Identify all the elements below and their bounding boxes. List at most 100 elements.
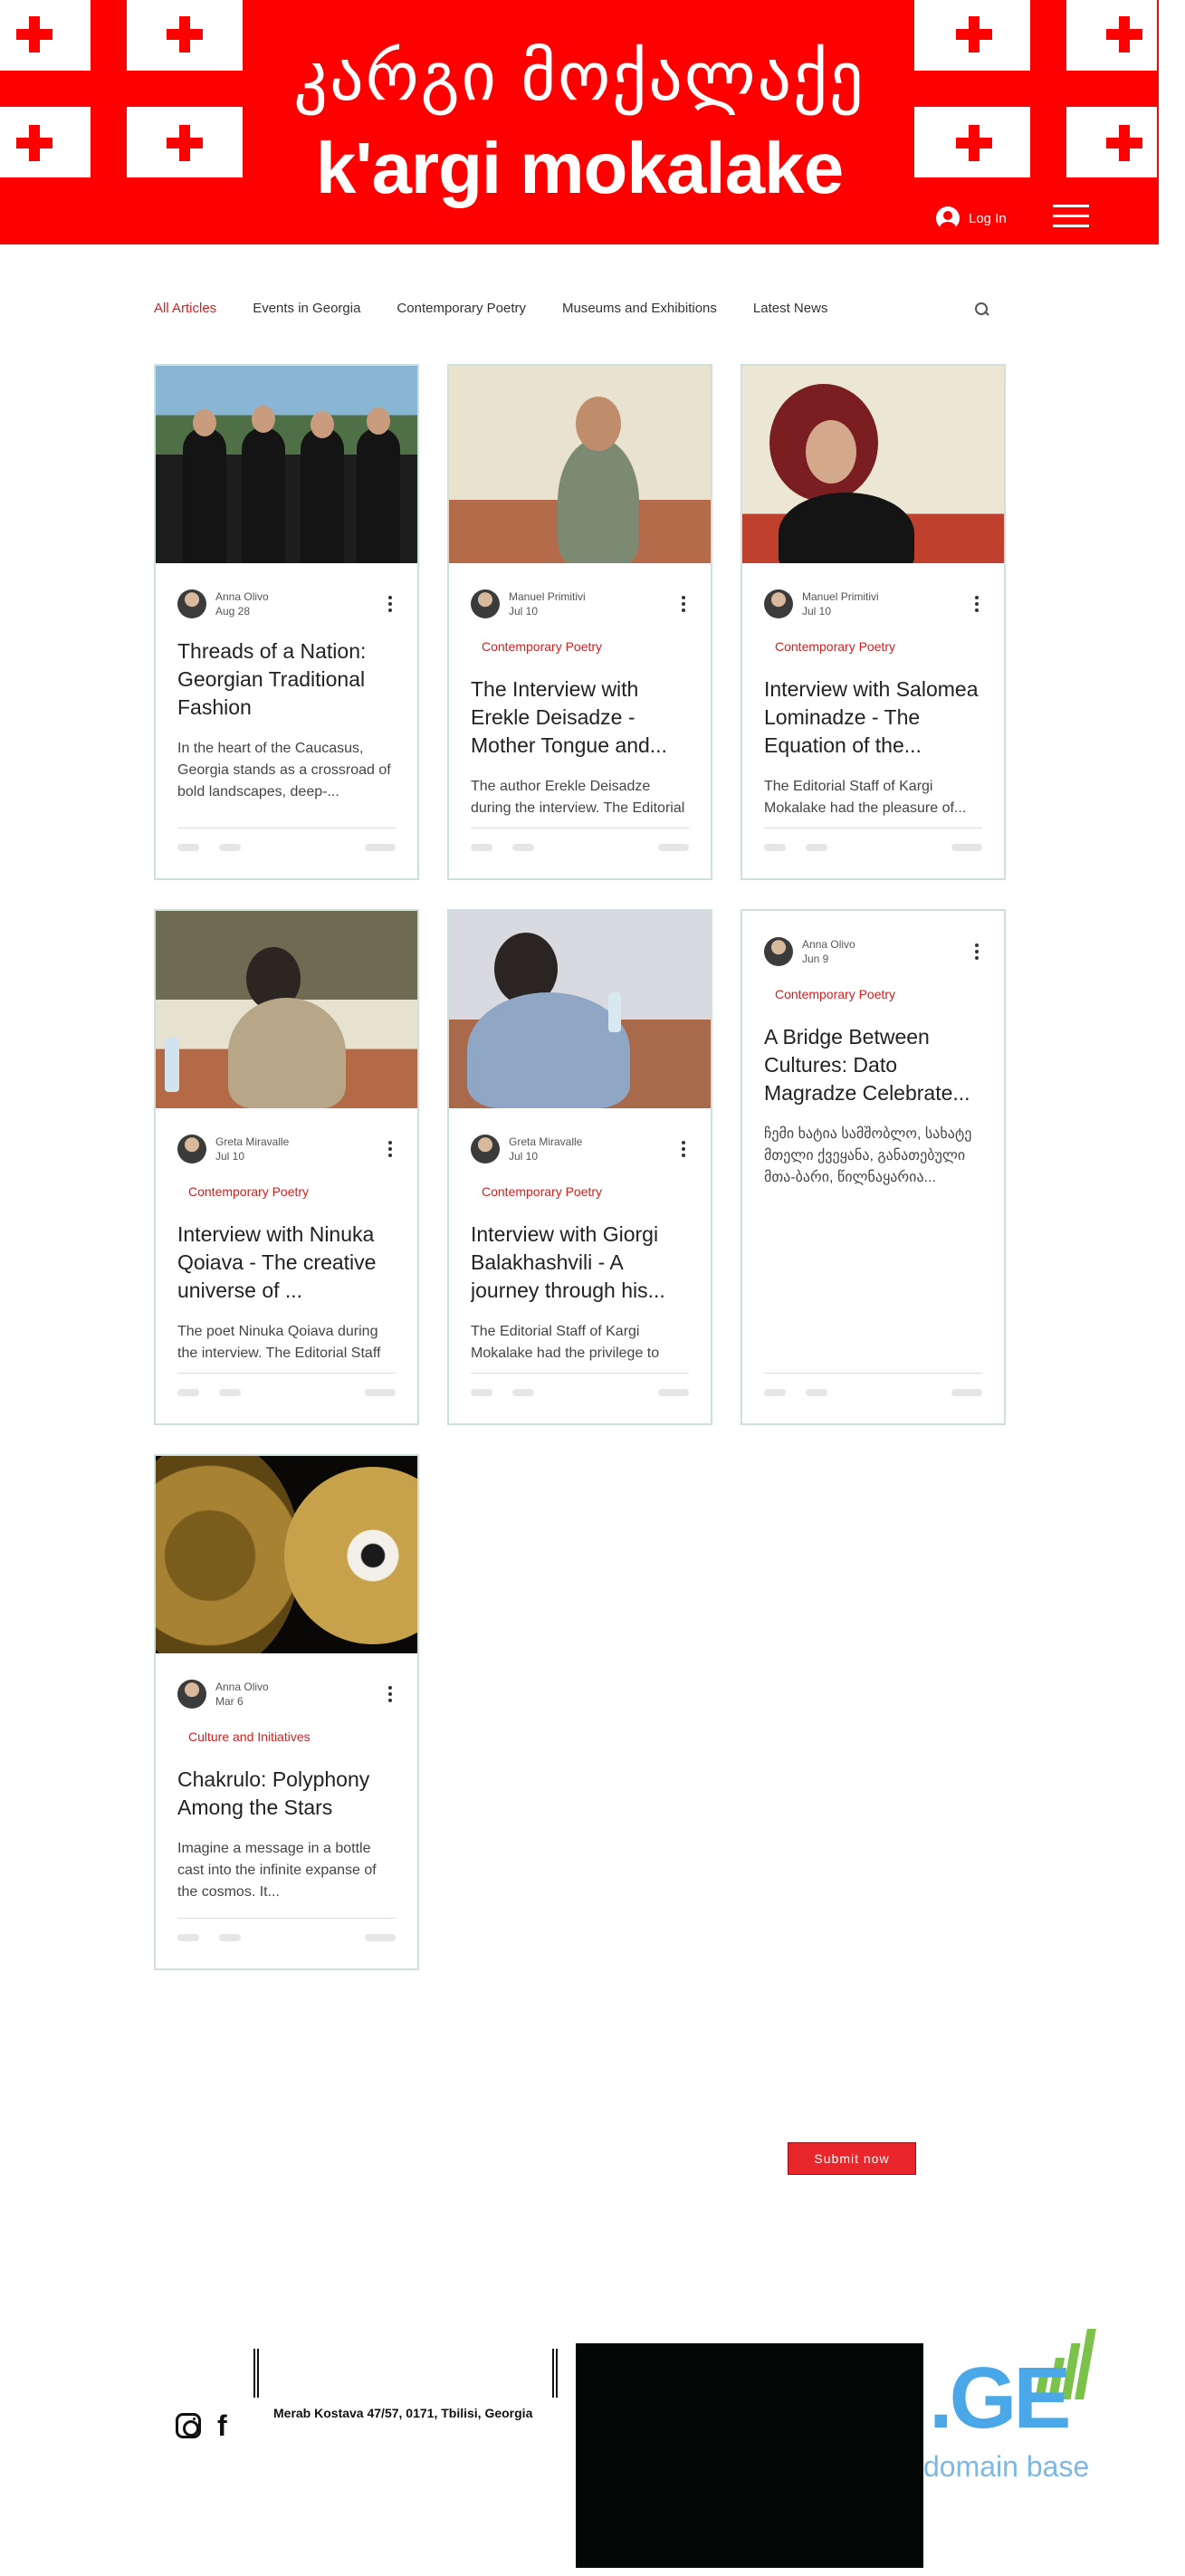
- facebook-icon[interactable]: f: [217, 2411, 235, 2440]
- post-category[interactable]: Contemporary Poetry: [471, 1184, 689, 1199]
- post-category[interactable]: Contemporary Poetry: [471, 639, 689, 654]
- post-thumbnail[interactable]: [156, 366, 417, 563]
- georgian-flag-right: [914, 0, 1157, 177]
- author-avatar[interactable]: [764, 589, 793, 618]
- post-date: Jun 9: [802, 953, 829, 965]
- author-avatar[interactable]: [471, 589, 500, 618]
- blog-category-nav: All Articles Events in Georgia Contempor…: [154, 301, 1005, 316]
- post-category[interactable]: Contemporary Poetry: [764, 639, 982, 654]
- post-date: Jul 10: [215, 1150, 245, 1163]
- more-options-icon[interactable]: [682, 1141, 685, 1157]
- post-title[interactable]: Threads of a Nation: Georgian Traditiona…: [177, 637, 396, 722]
- post-card[interactable]: Anna Olivo Aug 28 Threads of a Nation: G…: [154, 364, 419, 880]
- nav-latest-news[interactable]: Latest News: [753, 301, 828, 316]
- post-excerpt: The poet Ninuka Qoiava during the interv…: [177, 1324, 381, 1361]
- site-header: კარგი მოქალაქე k'argi mokalake Log In: [0, 0, 1159, 244]
- post-thumbnail[interactable]: [156, 1456, 417, 1653]
- post-card[interactable]: Greta Miravalle Jul 10 Contemporary Poet…: [447, 909, 712, 1425]
- post-meta: Greta Miravalle Jul 10: [471, 1134, 689, 1164]
- site-title-latin[interactable]: k'argi mokalake: [244, 127, 914, 210]
- author-name[interactable]: Greta Miravalle: [509, 1135, 582, 1149]
- author-name[interactable]: Greta Miravalle: [215, 1135, 289, 1149]
- submit-now-button[interactable]: Submit now: [788, 2142, 916, 2175]
- more-options-icon[interactable]: [388, 596, 392, 612]
- post-category[interactable]: Culture and Initiatives: [177, 1729, 396, 1744]
- post-thumbnail[interactable]: [156, 911, 417, 1108]
- nav-contemporary-poetry[interactable]: Contemporary Poetry: [397, 301, 526, 316]
- more-options-icon[interactable]: [975, 596, 979, 612]
- author-name[interactable]: Manuel Primitivi: [509, 589, 586, 604]
- post-card[interactable]: Manuel Primitivi Jul 10 Contemporary Poe…: [447, 364, 712, 880]
- post-excerpt: Imagine a message in a bottle cast into …: [177, 1841, 377, 1900]
- more-options-icon[interactable]: [388, 1686, 392, 1702]
- author-avatar[interactable]: [764, 937, 793, 966]
- post-title[interactable]: A Bridge Between Cultures: Dato Magradze…: [764, 1023, 982, 1107]
- post-thumbnail[interactable]: [449, 911, 711, 1108]
- ge-logo-caption: domain base: [923, 2450, 1090, 2483]
- post-date: Jul 10: [802, 605, 832, 618]
- post-thumbnail[interactable]: [742, 366, 1004, 563]
- author-avatar[interactable]: [177, 589, 206, 618]
- footer-address: Merab Kostava 47/57, 0171, Tbilisi, Geor…: [273, 2406, 533, 2420]
- post-title[interactable]: Interview with Ninuka Qoiava - The creat…: [177, 1221, 396, 1305]
- author-name[interactable]: Anna Olivo: [215, 1680, 269, 1694]
- post-meta: Anna Olivo Jun 9: [764, 936, 982, 967]
- post-stats-placeholder: [177, 844, 396, 853]
- search-icon[interactable]: [975, 302, 989, 317]
- georgian-flag-left: [0, 0, 243, 177]
- site-title-georgian[interactable]: კარგი მოქალაქე: [244, 38, 914, 116]
- post-title[interactable]: Interview with Giorgi Balakhashvili - A …: [471, 1221, 689, 1305]
- post-meta: Greta Miravalle Jul 10: [177, 1134, 396, 1164]
- nav-events-in-georgia[interactable]: Events in Georgia: [253, 301, 360, 316]
- social-links: f: [176, 2411, 235, 2440]
- login-button[interactable]: Log In: [936, 206, 1007, 230]
- author-name[interactable]: Anna Olivo: [802, 937, 855, 952]
- post-stats-placeholder: [177, 1389, 396, 1398]
- post-meta: Anna Olivo Mar 6: [177, 1679, 396, 1709]
- post-stats-placeholder: [471, 1389, 689, 1398]
- post-meta: Manuel Primitivi Jul 10: [764, 589, 982, 619]
- post-stats-placeholder: [764, 1389, 982, 1398]
- hamburger-menu-icon[interactable]: [1053, 205, 1089, 232]
- embedded-media-box[interactable]: [576, 2343, 923, 2568]
- card-divider: [764, 1373, 982, 1374]
- post-excerpt: The author Erekle Deisadze during the in…: [471, 779, 685, 816]
- author-avatar[interactable]: [177, 1680, 206, 1709]
- more-options-icon[interactable]: [682, 596, 685, 612]
- post-card[interactable]: Manuel Primitivi Jul 10 Contemporary Poe…: [741, 364, 1006, 880]
- divider: [253, 2349, 259, 2398]
- author-avatar[interactable]: [177, 1135, 206, 1164]
- nav-all-articles[interactable]: All Articles: [154, 301, 216, 316]
- post-excerpt: The Editorial Staff of Kargi Mokalake ha…: [471, 1324, 660, 1361]
- divider: [552, 2349, 558, 2398]
- post-date: Aug 28: [215, 605, 251, 618]
- nav-museums-exhibitions[interactable]: Museums and Exhibitions: [562, 301, 717, 316]
- post-title[interactable]: Chakrulo: Polyphony Among the Stars: [177, 1766, 396, 1822]
- post-excerpt: ჩემი ხატია სამშობლო, სახატე მთელი ქვეყან…: [764, 1126, 972, 1185]
- post-card[interactable]: Greta Miravalle Jul 10 Contemporary Poet…: [154, 909, 419, 1425]
- post-category[interactable]: Contemporary Poetry: [177, 1184, 396, 1199]
- post-title[interactable]: Interview with Salomea Lominadze - The E…: [764, 675, 982, 760]
- post-category[interactable]: Contemporary Poetry: [764, 987, 982, 1001]
- card-divider: [471, 1373, 689, 1374]
- post-title[interactable]: The Interview with Erekle Deisadze - Mot…: [471, 675, 689, 760]
- post-excerpt: In the heart of the Caucasus, Georgia st…: [177, 741, 391, 800]
- card-divider: [177, 1918, 396, 1919]
- more-options-icon[interactable]: [975, 943, 979, 960]
- post-meta: Anna Olivo Aug 28: [177, 589, 396, 619]
- author-name[interactable]: Manuel Primitivi: [802, 589, 879, 604]
- card-divider: [177, 1373, 396, 1374]
- post-card[interactable]: Anna Olivo Jun 9 Contemporary Poetry A B…: [741, 909, 1006, 1425]
- post-excerpt: The Editorial Staff of Kargi Mokalake ha…: [764, 779, 967, 816]
- more-options-icon[interactable]: [388, 1141, 392, 1157]
- ge-logo-text: .GE: [929, 2350, 1071, 2447]
- author-name[interactable]: Anna Olivo: [215, 589, 269, 604]
- instagram-icon[interactable]: [176, 2413, 201, 2438]
- post-card[interactable]: Anna Olivo Mar 6 Culture and Initiatives…: [154, 1454, 419, 1970]
- author-avatar[interactable]: [471, 1135, 500, 1164]
- post-date: Jul 10: [509, 605, 539, 618]
- login-label: Log In: [969, 210, 1007, 226]
- post-date: Jul 10: [509, 1150, 539, 1163]
- post-thumbnail[interactable]: [449, 366, 711, 563]
- user-icon: [936, 206, 960, 230]
